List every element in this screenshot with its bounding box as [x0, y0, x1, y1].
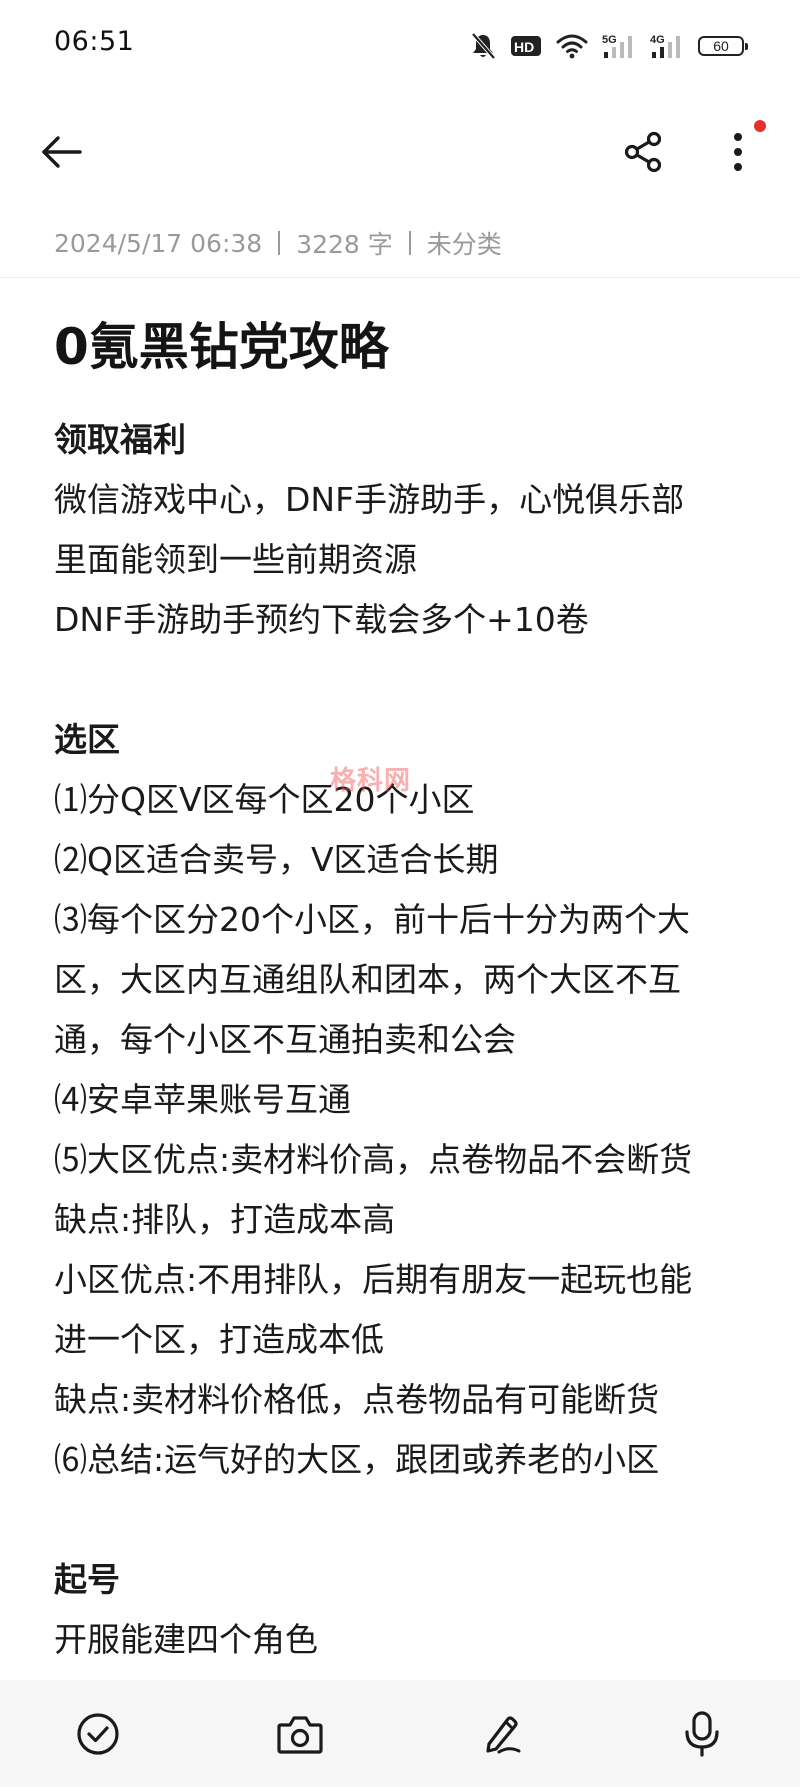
status-bar: 06:51 HD 5G 4G 60 — [0, 0, 800, 92]
note-body[interactable]: 领取福利 微信游戏中心，DNF手游助手，心悦俱乐部 里面能领到一些前期资源 DN… — [54, 410, 754, 1670]
wifi-icon — [556, 33, 588, 59]
camera-button[interactable] — [272, 1706, 328, 1762]
note-line: ⑷安卓苹果账号互通 — [54, 1080, 351, 1119]
note-line: 微信游戏中心，DNF手游助手，心悦俱乐部 — [54, 480, 685, 519]
note-category[interactable]: 未分类 — [427, 225, 502, 261]
note-line: DNF手游助手预约下载会多个+10卷 — [54, 600, 589, 639]
battery-icon: 60 — [698, 36, 748, 56]
signal-5g-icon: 5G — [602, 32, 636, 60]
toolbar — [0, 110, 800, 190]
note-line: 里面能领到一些前期资源 — [54, 540, 417, 579]
note-line: 进一个区，打造成本低 — [54, 1320, 384, 1359]
note-line: ⑸大区优点:卖材料价高，点卷物品不会断货 — [54, 1140, 693, 1179]
note-date: 2024/5/17 06:38 — [54, 228, 263, 258]
more-vertical-icon — [734, 133, 742, 171]
checklist-button[interactable] — [70, 1706, 126, 1762]
meta-separator — [278, 231, 281, 255]
header-divider — [0, 277, 800, 278]
note-line: ⑶每个区分20个小区，前十后十分为两个大 — [54, 900, 690, 939]
note-line: ⑵Q区适合卖号，V区适合长期 — [54, 840, 499, 879]
status-time: 06:51 — [54, 26, 135, 57]
watermark: 格科网 — [330, 766, 412, 796]
back-button[interactable] — [38, 128, 86, 176]
battery-level: 60 — [713, 38, 729, 54]
meta-separator — [408, 231, 411, 255]
note-line: 缺点:排队，打造成本高 — [54, 1200, 396, 1239]
section-heading-start: 起号 — [54, 1560, 120, 1599]
more-options-button[interactable] — [714, 128, 762, 176]
back-arrow-icon — [42, 136, 82, 168]
section-heading-welfare: 领取福利 — [54, 420, 186, 459]
pen-icon — [486, 1716, 521, 1754]
note-line: 区，大区内互通组队和团本，两个大区不互 — [54, 960, 681, 999]
note-line: 通，每个小区不互通拍卖和公会 — [54, 1020, 516, 1059]
bell-muted-icon — [470, 32, 496, 60]
checklist-icon — [77, 1713, 119, 1755]
signal-5g-label: 5G — [602, 34, 617, 46]
handwriting-button[interactable] — [474, 1706, 530, 1762]
hd-icon-label: HD — [514, 39, 534, 55]
note-line: 开服能建四个角色 — [54, 1620, 318, 1659]
status-icons: HD 5G 4G 60 — [470, 28, 748, 64]
note-line: 小区优点:不用排队，后期有朋友一起玩也能 — [54, 1260, 693, 1299]
note-word-count: 3228 字 — [296, 230, 393, 259]
hd-icon: HD — [510, 34, 542, 58]
signal-4g-icon: 4G — [650, 32, 684, 60]
notification-dot — [754, 120, 766, 132]
voice-input-button[interactable] — [674, 1706, 730, 1762]
note-title[interactable]: 0氪黑钻党攻略 — [54, 312, 389, 382]
note-line: ⑹总结:运气好的大区，跟团或养老的小区 — [54, 1440, 660, 1479]
note-meta: 2024/5/17 06:38 3228 字 未分类 — [54, 225, 502, 261]
signal-4g-label: 4G — [650, 34, 665, 46]
camera-icon — [277, 1716, 323, 1754]
share-button[interactable] — [620, 128, 668, 176]
share-icon — [624, 131, 662, 173]
bottom-toolbar — [0, 1680, 800, 1787]
microphone-icon — [685, 1711, 719, 1757]
note-line: 缺点:卖材料价格低，点卷物品有可能断货 — [54, 1380, 660, 1419]
